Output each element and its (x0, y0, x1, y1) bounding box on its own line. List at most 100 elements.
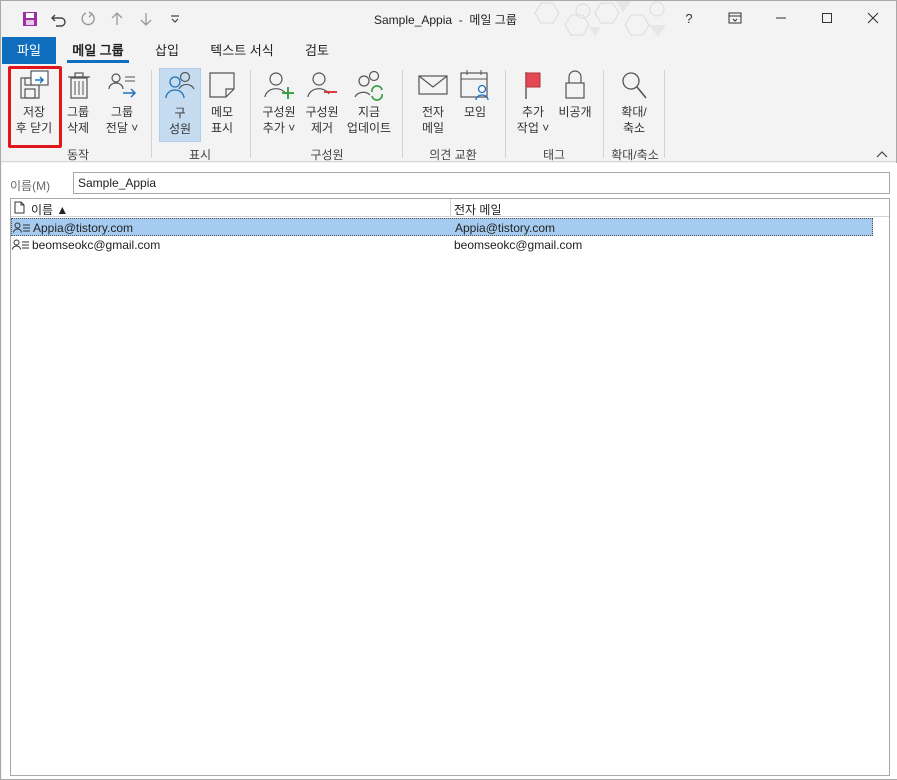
tab-mail-group-label: 메일 그룹 (72, 43, 124, 58)
group-editor: 이름(M) 이름 ▲ 전자 메일 Appia@tistory.com (2, 163, 897, 779)
group-label-actions: 동작 (66, 148, 90, 162)
save-close-highlight (8, 66, 62, 148)
ribbon-tabs: 파일 메일 그룹 삽입 텍스트 서식 검토 (1, 37, 896, 64)
remove-member-button[interactable]: 구성원 제거 (301, 68, 343, 136)
member-email: beomseokc@gmail.com (454, 238, 583, 252)
help-button[interactable]: ? (666, 1, 712, 35)
tab-format-text[interactable]: 텍스트 서식 (201, 37, 283, 64)
tab-review[interactable]: 검토 (297, 37, 337, 64)
update-now-label-1: 지금 (357, 105, 381, 119)
delete-group-button[interactable]: 그룹 삭제 (62, 68, 94, 136)
column-divider[interactable] (450, 199, 451, 217)
members-view-button[interactable]: 구 성원 (159, 68, 201, 142)
table-row[interactable]: beomseokc@gmail.com beomseokc@gmail.com (11, 236, 873, 254)
group-separator (603, 70, 604, 158)
add-members-label-2: 추가 ˅ (262, 121, 296, 135)
undo-icon[interactable] (44, 7, 73, 31)
envelope-icon (418, 75, 448, 95)
notes-label-2: 표시 (210, 121, 234, 135)
follow-up-label-1: 추가 (521, 105, 545, 119)
follow-up-button[interactable]: 추가 작업 ˅ (512, 68, 554, 136)
save-icon[interactable] (15, 7, 44, 31)
tab-insert-label: 삽입 (155, 43, 179, 58)
active-tab-indicator (67, 60, 129, 63)
remove-member-icon (307, 72, 337, 98)
maximize-icon[interactable] (804, 1, 850, 35)
contact-icon (13, 222, 30, 233)
members-list: 이름 ▲ 전자 메일 Appia@tistory.com Appia@tisto… (10, 198, 890, 776)
members-label-1: 구 (174, 106, 186, 120)
follow-up-label-2: 작업 ˅ (516, 121, 550, 135)
up-arrow-icon[interactable] (102, 7, 131, 31)
refresh-members-icon (354, 70, 383, 101)
forward-group-button[interactable]: 그룹 전달 ˅ (101, 68, 143, 136)
group-label-communicate: 의견 교환 (429, 148, 477, 162)
member-name: Appia@tistory.com (33, 221, 133, 235)
ribbon-display-icon[interactable] (712, 1, 758, 35)
quick-access-toolbar (15, 7, 189, 31)
group-label-show: 표시 (188, 148, 212, 162)
contact-icon (12, 239, 29, 250)
zoom-label-1: 확대/ (621, 105, 647, 119)
tab-insert[interactable]: 삽입 (147, 37, 187, 64)
delete-group-label-2: 삭제 (66, 121, 90, 135)
forward-group-label-2: 전달 ˅ (105, 121, 139, 135)
close-icon[interactable] (850, 1, 896, 35)
email-button[interactable]: 전자 메일 (413, 68, 453, 136)
add-member-icon (264, 72, 294, 99)
members-list-header: 이름 ▲ 전자 메일 (11, 199, 889, 217)
forward-group-icon (108, 73, 137, 98)
zoom-button[interactable]: 확대/ 축소 (613, 68, 655, 136)
forward-group-label-1: 그룹 (110, 105, 134, 119)
member-name: beomseokc@gmail.com (32, 238, 161, 252)
tab-file-label: 파일 (17, 43, 41, 58)
down-arrow-icon[interactable] (131, 7, 160, 31)
tab-file[interactable]: 파일 (2, 37, 56, 64)
group-separator (402, 70, 403, 158)
private-button[interactable]: 비공개 (555, 68, 595, 120)
meeting-icon (460, 70, 489, 101)
group-separator (505, 70, 506, 158)
collapse-ribbon-icon[interactable] (876, 150, 888, 158)
members-label-2: 성원 (168, 122, 192, 136)
window-controls: ? (666, 1, 896, 35)
notes-label-1: 메모 (210, 105, 234, 119)
redo-icon[interactable] (73, 7, 102, 31)
table-row[interactable]: Appia@tistory.com Appia@tistory.com (11, 218, 873, 236)
minimize-icon[interactable] (758, 1, 804, 35)
lock-icon (565, 70, 585, 99)
meeting-button[interactable]: 모임 (457, 68, 493, 120)
meeting-label: 모임 (463, 105, 487, 119)
ribbon: 저장 후 닫기 그룹 삭제 그룹 전달 ˅ 동작 구 성원 메모 표시 표시 구… (1, 64, 896, 162)
customize-icon[interactable] (160, 7, 189, 31)
column-header-email[interactable]: 전자 메일 (454, 201, 502, 218)
title-bar-pattern (534, 1, 666, 37)
group-separator (664, 70, 665, 158)
add-members-button[interactable]: 구성원 추가 ˅ (258, 68, 300, 136)
group-separator (151, 70, 152, 158)
add-members-label-1: 구성원 (262, 105, 296, 119)
remove-member-label-1: 구성원 (305, 105, 339, 119)
private-label: 비공개 (558, 105, 592, 119)
zoom-label-2: 축소 (622, 121, 646, 135)
magnifier-icon (622, 72, 647, 99)
document-icon (14, 201, 25, 214)
group-label-zoom: 확대/축소 (611, 148, 659, 162)
tab-review-label: 검토 (305, 43, 329, 58)
notes-button[interactable]: 메모 표시 (205, 68, 239, 136)
remove-member-label-2: 제거 (310, 121, 334, 135)
member-email: Appia@tistory.com (455, 221, 555, 235)
column-header-name[interactable]: 이름 ▲ (31, 201, 68, 218)
update-now-button[interactable]: 지금 업데이트 (344, 68, 394, 136)
tab-format-text-label: 텍스트 서식 (210, 43, 274, 58)
flag-icon (525, 72, 541, 99)
tab-mail-group[interactable]: 메일 그룹 (65, 37, 131, 64)
email-label-2: 메일 (421, 121, 445, 135)
members-icon (165, 71, 195, 99)
group-label-members: 구성원 (310, 148, 344, 162)
note-icon (209, 72, 235, 98)
group-separator (250, 70, 251, 158)
group-name-input[interactable] (73, 172, 890, 194)
mail-group-window: Sample_Appia - 메일 그룹 ? 파일 메일 그룹 삽입 텍스트 서… (0, 0, 897, 780)
email-label-1: 전자 (421, 105, 445, 119)
